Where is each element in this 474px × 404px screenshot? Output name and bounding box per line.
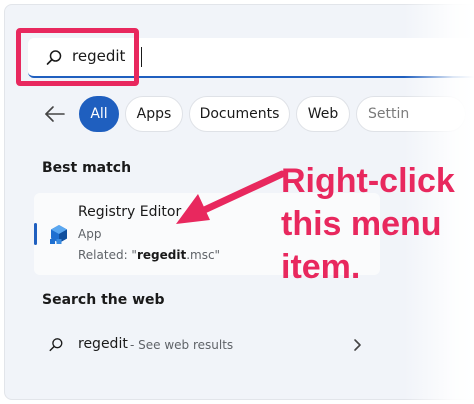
filter-chip-all[interactable]: All (79, 96, 119, 132)
back-arrow-icon[interactable] (42, 102, 68, 126)
search-web-label: Search the web (42, 292, 165, 308)
app-type: App (78, 227, 102, 241)
search-icon (49, 338, 63, 352)
related-suffix: .msc" (186, 248, 221, 262)
annotation-arrow (176, 170, 286, 224)
annotation-text: Right-click this menu item. (281, 162, 455, 286)
filter-chip-settings[interactable]: Settin (356, 96, 466, 132)
app-name: Registry Editor (78, 204, 182, 220)
best-match-label: Best match (42, 160, 132, 176)
web-search-result[interactable]: regedit - See web results (34, 326, 374, 364)
selection-indicator (34, 223, 37, 245)
text-caret (141, 47, 142, 67)
screenshot-stage: regedit All Apps Documents Web Settin Be… (0, 0, 474, 404)
chevron-right-icon (354, 339, 361, 351)
filter-chip-web[interactable]: Web (296, 96, 350, 132)
related-bold: regedit (136, 248, 187, 262)
app-related: Related: "regedit.msc" (78, 248, 220, 262)
registry-editor-icon (50, 225, 67, 244)
filter-chip-documents[interactable]: Documents (189, 96, 290, 132)
related-prefix: Related: " (78, 248, 137, 262)
web-hint: - See web results (130, 338, 234, 352)
web-query: regedit (78, 336, 128, 352)
filter-chip-apps[interactable]: Apps (125, 96, 183, 132)
highlight-box (16, 28, 139, 86)
